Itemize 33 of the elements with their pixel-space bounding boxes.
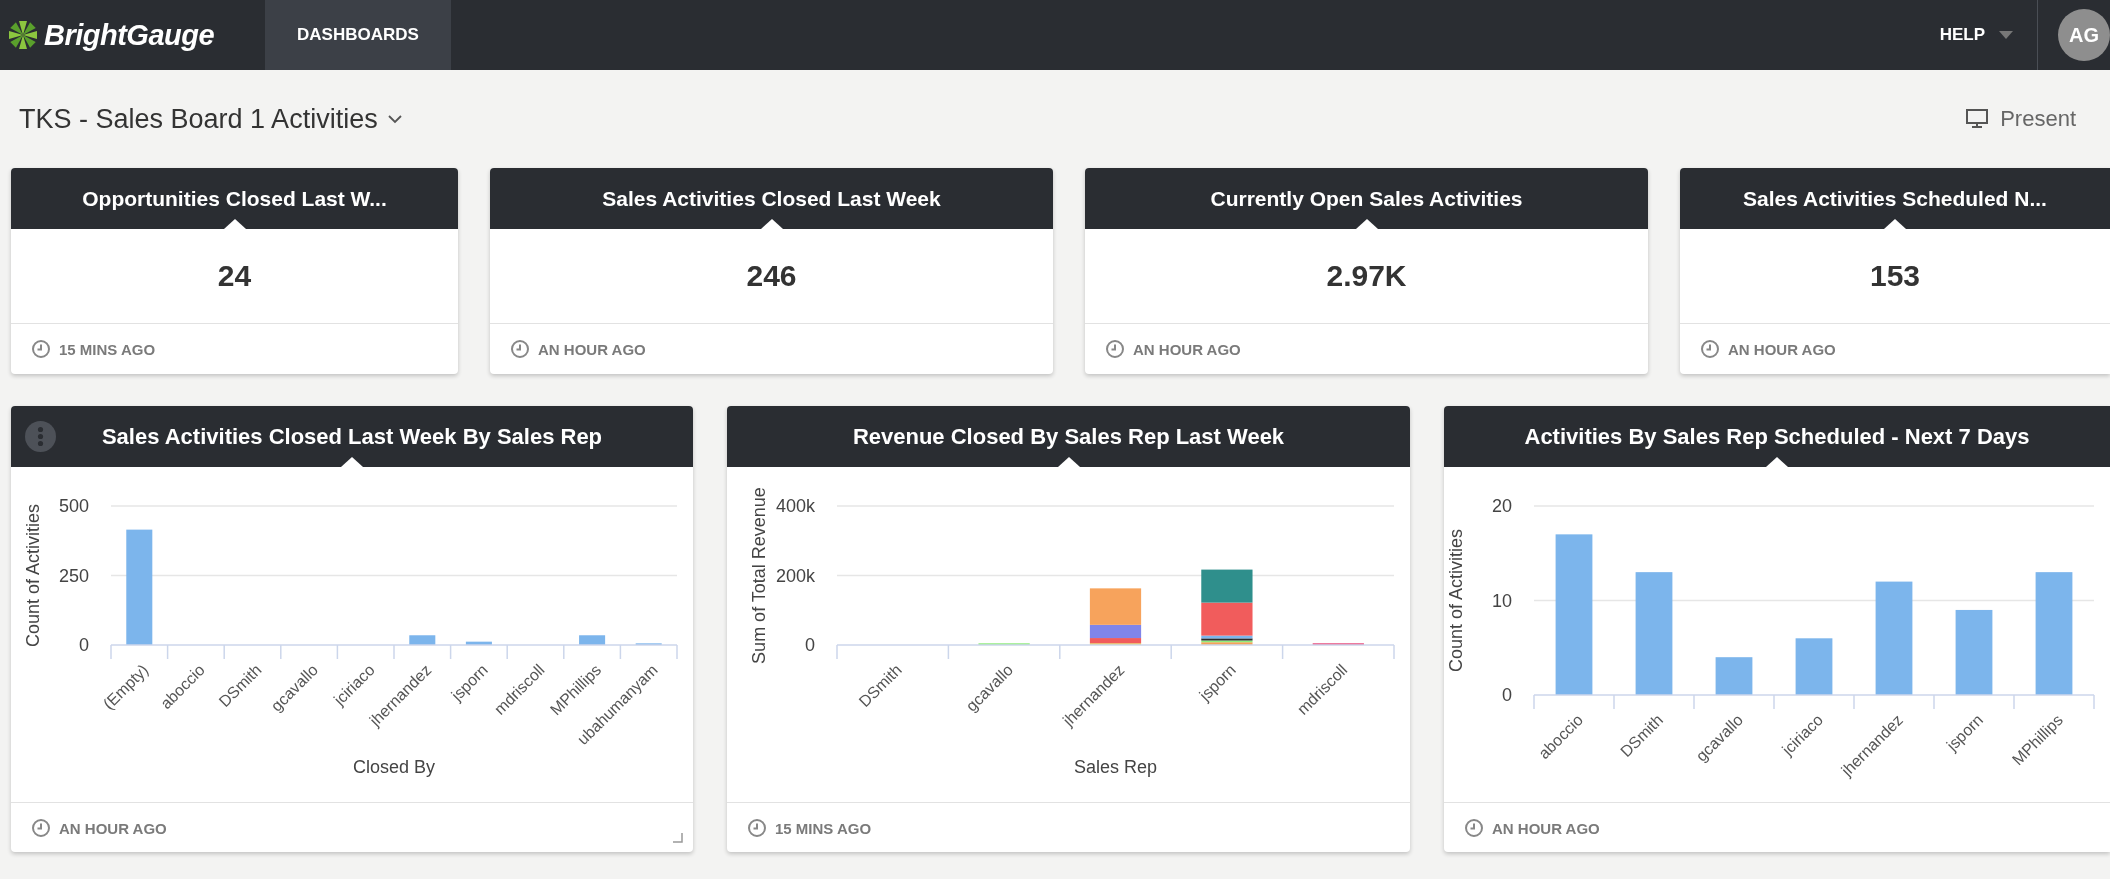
gauge-title: Sales Activities Scheduled N...	[1680, 168, 2110, 229]
axis-title: Count of Activities	[1446, 528, 1466, 673]
gauge-value: 153	[1868, 258, 1922, 294]
gauge-title: Currently Open Sales Activities	[1085, 168, 1648, 229]
axis-tick-label: 250	[58, 565, 89, 586]
axis-tick-label: 0	[79, 635, 89, 655]
chart-title: Activities By Sales Rep Scheduled - Next 7 Days	[1444, 406, 2110, 467]
chart-title: Sales Activities Closed Last Week By Sales Rep	[11, 406, 693, 467]
chart-title: Revenue Closed By Sales Rep Last Week	[727, 406, 1410, 467]
axis-tick-label: 0	[805, 635, 815, 655]
gauge-title: Opportunities Closed Last W...	[11, 168, 458, 229]
axis-tick-label: 500	[58, 496, 89, 516]
gauge-title: Sales Activities Closed Last Week	[490, 168, 1053, 229]
updated-time: 15 MINS AGO	[59, 340, 156, 358]
axis-tick-label: 20	[1491, 496, 1512, 516]
gauge-value: 24	[216, 258, 253, 294]
gauge-value: 246	[745, 258, 798, 294]
updated-time: AN HOUR AGO	[1492, 819, 1600, 837]
axis-tick-label: 200k	[775, 565, 815, 586]
axis-title: Sum of Total Revenue	[749, 487, 769, 664]
axis-tick-label: 400k	[775, 496, 815, 516]
gauge-value: 2.97K	[1325, 258, 1408, 294]
logo-text: BrightGauge	[44, 18, 215, 52]
updated-time: AN HOUR AGO	[1728, 340, 1836, 358]
axis-tick-label: 0	[1502, 685, 1512, 705]
axis-tick-label: 10	[1491, 590, 1512, 611]
updated-time: 15 MINS AGO	[775, 819, 872, 837]
axis-title: Sales Rep	[1073, 757, 1158, 777]
updated-time: AN HOUR AGO	[59, 819, 167, 837]
updated-time: AN HOUR AGO	[1133, 340, 1241, 358]
updated-time: AN HOUR AGO	[538, 340, 646, 358]
axis-title: Closed By	[353, 757, 435, 777]
axis-title: Count of Activities	[23, 503, 43, 648]
